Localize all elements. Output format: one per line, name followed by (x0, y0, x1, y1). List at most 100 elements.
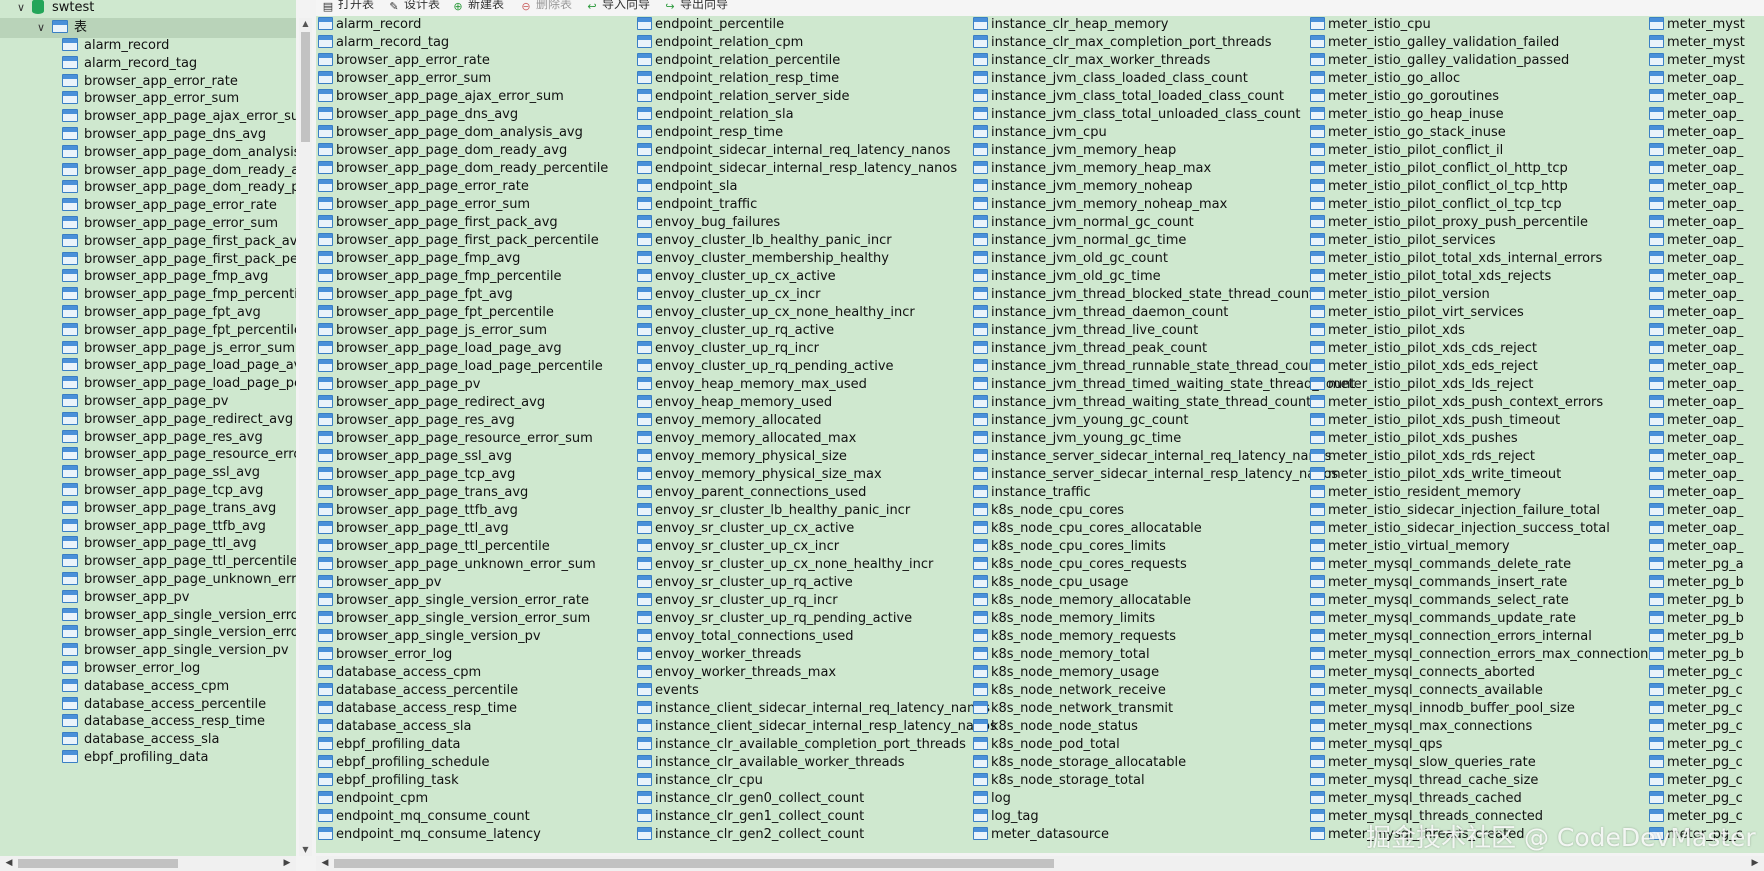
table-list-item[interactable]: instance_jvm_thread_live_count (973, 322, 1355, 340)
table-list-item[interactable]: meter_istio_pilot_conflict_il (1310, 142, 1655, 160)
table-list-item[interactable]: meter_istio_pilot_virt_services (1310, 304, 1655, 322)
table-list-item[interactable]: browser_app_page_unknown_error_sum (318, 556, 608, 574)
table-list-item[interactable]: endpoint_sla (637, 178, 997, 196)
table-list-item[interactable]: instance_jvm_class_total_loaded_class_co… (973, 88, 1355, 106)
scroll-up-arrow-icon[interactable]: ▲ (299, 18, 312, 30)
table-list-item[interactable]: meter_pg_b (1649, 574, 1745, 592)
table-list-item[interactable]: meter_oap_ (1649, 304, 1745, 322)
scroll-right-arrow-icon[interactable]: ▶ (1748, 856, 1762, 871)
table-list-item[interactable]: browser_app_page_ttl_avg (318, 520, 608, 538)
table-list-item[interactable]: meter_oap_ (1649, 502, 1745, 520)
table-list-item[interactable]: instance_clr_available_completion_port_t… (637, 736, 997, 754)
table-list-item[interactable]: meter_pg_b (1649, 646, 1745, 664)
table-list-item[interactable]: envoy_memory_allocated_max (637, 430, 997, 448)
table-list-item[interactable]: meter_istio_pilot_xds (1310, 322, 1655, 340)
table-list-item[interactable]: instance_clr_gen2_collect_count (637, 826, 997, 844)
table-list-item[interactable]: meter_pg_c (1649, 718, 1745, 736)
table-list-item[interactable]: k8s_node_pod_total (973, 736, 1355, 754)
table-list-item[interactable]: database_access_cpm (318, 664, 608, 682)
table-list-item[interactable]: envoy_heap_memory_used (637, 394, 997, 412)
table-list-item[interactable]: k8s_node_cpu_cores_allocatable (973, 520, 1355, 538)
table-list-item[interactable]: meter_mysql_threads_cached (1310, 790, 1655, 808)
table-list-item[interactable]: meter_pg_c (1649, 736, 1745, 754)
table-list-item[interactable]: endpoint_relation_cpm (637, 34, 997, 52)
table-list-item[interactable]: meter_oap_ (1649, 286, 1745, 304)
tree-tables-folder[interactable]: ∨ 表 (0, 18, 296, 38)
table-list-item[interactable]: instance_server_sidecar_internal_resp_la… (973, 466, 1355, 484)
table-list-item[interactable]: k8s_node_network_transmit (973, 700, 1355, 718)
table-list-item[interactable]: browser_app_page_ssl_avg (318, 448, 608, 466)
table-list-item[interactable]: browser_app_page_error_rate (318, 178, 608, 196)
table-list-item[interactable]: meter_istio_sidecar_injection_success_to… (1310, 520, 1655, 538)
table-list-item[interactable]: meter_istio_pilot_xds_eds_reject (1310, 358, 1655, 376)
table-list-item[interactable]: instance_jvm_young_gc_count (973, 412, 1355, 430)
table-list-item[interactable]: browser_error_log (318, 646, 608, 664)
table-list-item[interactable]: meter_pg_c (1649, 700, 1745, 718)
table-list-item[interactable]: meter_mysql_thread_cache_size (1310, 772, 1655, 790)
table-list-item[interactable]: instance_clr_max_worker_threads (973, 52, 1355, 70)
table-list-item[interactable]: instance_jvm_class_loaded_class_count (973, 70, 1355, 88)
table-list-item[interactable]: meter_istio_cpu (1310, 16, 1655, 34)
table-list-item[interactable]: envoy_cluster_membership_healthy (637, 250, 997, 268)
list-hscroll-thumb[interactable] (334, 859, 1054, 868)
chevron-down-icon[interactable]: ∨ (34, 18, 48, 38)
table-list-item[interactable]: instance_jvm_old_gc_count (973, 250, 1355, 268)
delete-table-button[interactable]: ⊖ 删除表 (520, 0, 572, 13)
table-list-item[interactable]: browser_app_page_resource_error_sum (318, 430, 608, 448)
tree-horizontal-scrollbar[interactable]: ◀ ▶ (0, 856, 296, 871)
table-list-item[interactable]: instance_clr_max_completion_port_threads (973, 34, 1355, 52)
table-list-item[interactable]: endpoint_relation_sla (637, 106, 997, 124)
table-list-item[interactable]: browser_app_page_js_error_sum (318, 322, 608, 340)
table-list-item[interactable]: endpoint_resp_time (637, 124, 997, 142)
table-list-item[interactable]: meter_istio_pilot_xds_cds_reject (1310, 340, 1655, 358)
table-list-item[interactable]: database_access_percentile (318, 682, 608, 700)
table-list-item[interactable]: browser_app_single_version_error_sum (318, 610, 608, 628)
table-list-item[interactable]: instance_clr_heap_memory (973, 16, 1355, 34)
table-list-item[interactable]: instance_traffic (973, 484, 1355, 502)
table-list-item[interactable]: envoy_worker_threads (637, 646, 997, 664)
table-list-item[interactable]: instance_jvm_memory_noheap (973, 178, 1355, 196)
table-list-item[interactable]: endpoint_cpm (318, 790, 608, 808)
table-list-item[interactable]: envoy_sr_cluster_up_rq_active (637, 574, 997, 592)
table-list-item[interactable]: envoy_bug_failures (637, 214, 997, 232)
table-list-item[interactable]: database_access_sla (318, 718, 608, 736)
table-list-item[interactable]: browser_app_error_rate (318, 52, 608, 70)
table-list-item[interactable]: k8s_node_memory_requests (973, 628, 1355, 646)
table-list-item[interactable]: k8s_node_memory_total (973, 646, 1355, 664)
table-list-item[interactable]: meter_oap_ (1649, 484, 1745, 502)
table-list-item[interactable]: meter_oap_ (1649, 322, 1745, 340)
table-list-item[interactable]: k8s_node_cpu_cores_requests (973, 556, 1355, 574)
table-list-item[interactable]: instance_jvm_normal_gc_time (973, 232, 1355, 250)
table-list-item[interactable]: meter_mysql_innodb_buffer_pool_size (1310, 700, 1655, 718)
table-list-item[interactable]: browser_app_page_pv (318, 376, 608, 394)
table-list-item[interactable]: instance_jvm_old_gc_time (973, 268, 1355, 286)
table-list-item[interactable]: envoy_sr_cluster_up_cx_active (637, 520, 997, 538)
table-list-item[interactable]: instance_jvm_memory_heap (973, 142, 1355, 160)
table-list-item[interactable]: ebpf_profiling_task (318, 772, 608, 790)
table-list-item[interactable]: meter_mysql_qps (1310, 736, 1655, 754)
table-list-item[interactable]: meter_istio_pilot_xds_push_timeout (1310, 412, 1655, 430)
table-list-item[interactable]: meter_pg_c (1649, 682, 1745, 700)
scroll-left-arrow-icon[interactable]: ◀ (2, 856, 16, 871)
table-list-item[interactable]: meter_oap_ (1649, 376, 1745, 394)
table-list-item[interactable]: meter_oap_ (1649, 340, 1745, 358)
table-list-item[interactable]: envoy_sr_cluster_up_cx_incr (637, 538, 997, 556)
table-list-item[interactable]: ebpf_profiling_schedule (318, 754, 608, 772)
table-list-item[interactable]: meter_istio_sidecar_injection_failure_to… (1310, 502, 1655, 520)
table-list-item[interactable]: meter_pg_b (1649, 592, 1745, 610)
table-list-item[interactable]: envoy_sr_cluster_up_rq_incr (637, 592, 997, 610)
table-list-item[interactable]: envoy_worker_threads_max (637, 664, 997, 682)
table-list-item[interactable]: k8s_node_cpu_cores (973, 502, 1355, 520)
table-list-item[interactable]: meter_istio_galley_validation_failed (1310, 34, 1655, 52)
table-list-item[interactable]: browser_app_page_fpt_percentile (318, 304, 608, 322)
table-list-item[interactable]: meter_oap_ (1649, 412, 1745, 430)
table-list-item[interactable]: log (973, 790, 1355, 808)
table-list-item[interactable]: endpoint_relation_percentile (637, 52, 997, 70)
table-list-item[interactable]: envoy_cluster_up_cx_none_healthy_incr (637, 304, 997, 322)
new-table-button[interactable]: ⊕ 新建表 (452, 0, 504, 13)
table-list-item[interactable]: endpoint_traffic (637, 196, 997, 214)
table-list-item[interactable]: envoy_parent_connections_used (637, 484, 997, 502)
table-list-item[interactable]: instance_jvm_cpu (973, 124, 1355, 142)
table-list-item[interactable]: instance_clr_cpu (637, 772, 997, 790)
table-list-item[interactable]: meter_mysql_commands_update_rate (1310, 610, 1655, 628)
